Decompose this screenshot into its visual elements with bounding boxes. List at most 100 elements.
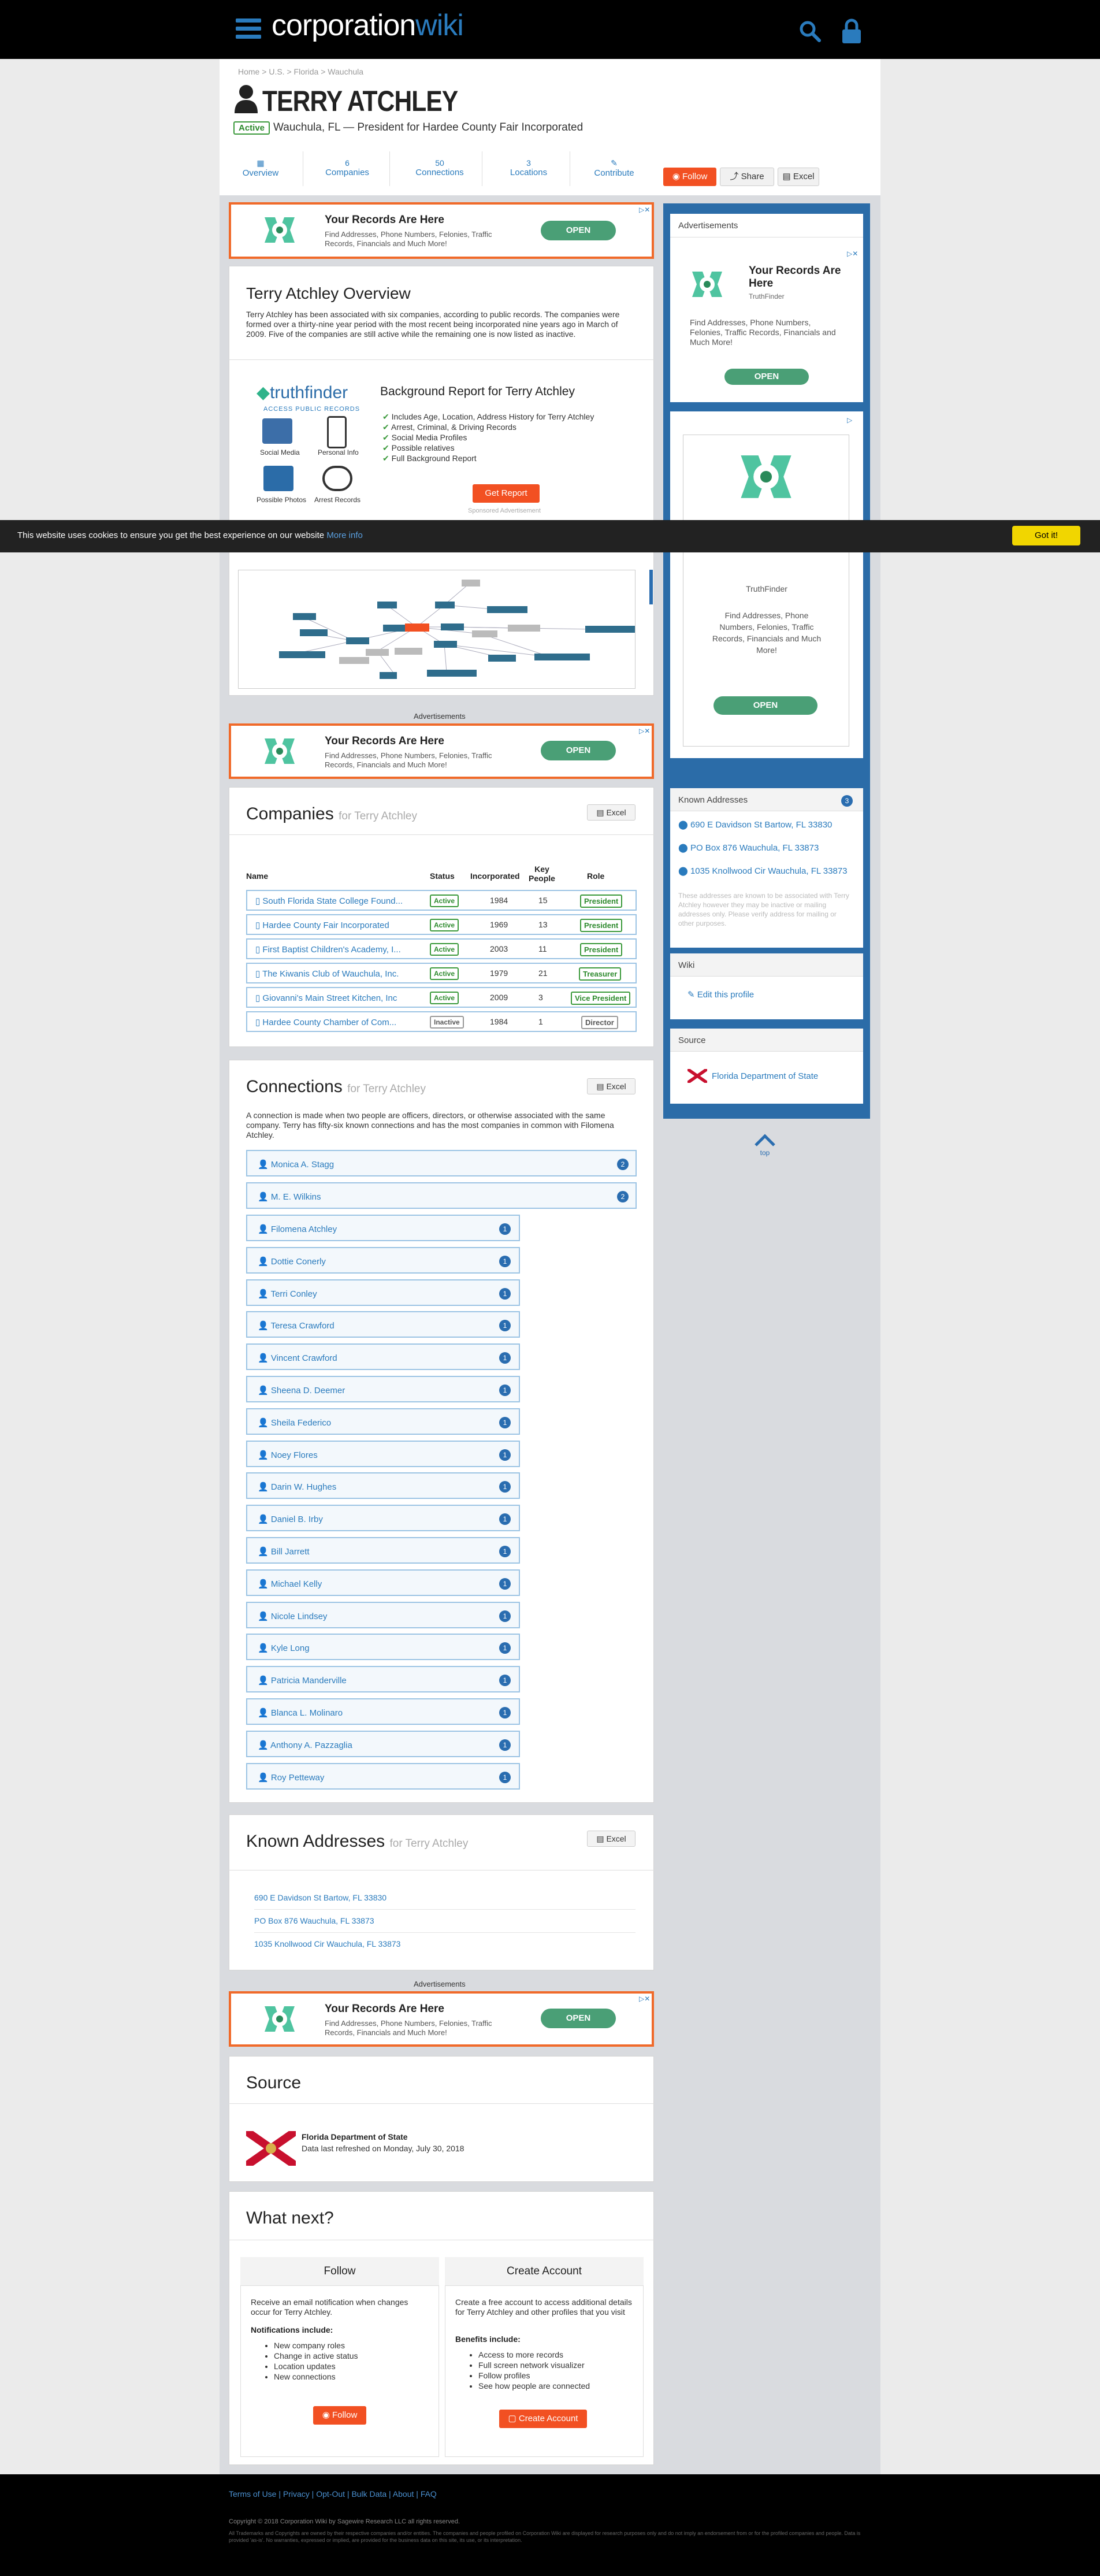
sidebar-ad-1[interactable]: Advertisements Your Records Are Here Tru… — [670, 214, 863, 402]
search-icon[interactable] — [798, 20, 822, 43]
lock-icon[interactable] — [841, 18, 862, 44]
breadcrumb-us[interactable]: U.S. — [269, 67, 284, 76]
table-row[interactable]: ▯ First Baptist Children's Academy, I...… — [246, 938, 637, 959]
address-link[interactable]: 1035 Knollwood Cir Wauchula, FL 33873 — [254, 1939, 400, 1948]
connections-excel-button[interactable]: ▤ Excel — [587, 1078, 636, 1094]
connection-item[interactable]: 👤 Noey Flores 1 — [246, 1440, 520, 1467]
breadcrumb-wauchula[interactable]: Wauchula — [328, 67, 363, 76]
icon-label-arrest: Arrest Records — [314, 496, 361, 504]
breadcrumb-home[interactable]: Home — [238, 67, 259, 76]
user-icon: 👤 — [258, 1676, 271, 1686]
address-text[interactable]: PO Box 876 Wauchula, FL 33873 — [254, 1916, 374, 1925]
sidebar-source-link[interactable]: Florida Department of State — [712, 1071, 818, 1081]
company-name[interactable]: ▯ South Florida State College Found... — [255, 896, 403, 906]
ad-close-icon[interactable]: ▷ — [847, 416, 852, 424]
footer-link-about[interactable]: About — [393, 2489, 414, 2499]
connection-item[interactable]: 👤 Terri Conley 1 — [246, 1279, 520, 1306]
footer-link-optout[interactable]: Opt-Out — [316, 2489, 345, 2499]
company-name[interactable]: ▯ First Baptist Children's Academy, I... — [255, 944, 401, 955]
footer-legal: All Trademarks and Copyrights are owned … — [229, 2530, 861, 2543]
table-row[interactable]: ▯ Hardee County Fair Incorporated Active 1… — [246, 914, 637, 935]
company-name[interactable]: ▯ The Kiwanis Club of Wauchula, Inc. — [255, 968, 399, 979]
connection-item[interactable]: 👤 Vincent Crawford 1 — [246, 1343, 520, 1371]
company-name[interactable]: ▯ Giovanni's Main Street Kitchen, Inc — [255, 993, 397, 1003]
address-text[interactable]: 1035 Knollwood Cir Wauchula, FL 33873 — [254, 1939, 400, 1948]
connection-item[interactable]: 👤 Filomena Atchley 1 — [246, 1215, 520, 1241]
company-name[interactable]: ▯ Hardee County Chamber of Com... — [255, 1017, 396, 1027]
connection-item[interactable]: 👤 Anthony A. Pazzaglia 1 — [246, 1730, 520, 1757]
address-text[interactable]: 690 E Davidson St Bartow, FL 33830 — [254, 1893, 387, 1902]
sidebar-ad2-open[interactable]: OPEN — [713, 696, 817, 715]
footer-link-terms[interactable]: Terms of Use — [229, 2489, 276, 2499]
status-badge: Inactive — [430, 1016, 464, 1029]
table-row[interactable]: ▯ The Kiwanis Club of Wauchula, Inc. Acti… — [246, 963, 637, 983]
sidebar-ad-2[interactable]: ▷ Your Records Are Here TruthFinder Find… — [670, 411, 863, 758]
connection-item[interactable]: 👤 Michael Kelly 1 — [246, 1569, 520, 1596]
connection-item[interactable]: 👤 Teresa Crawford 1 — [246, 1311, 520, 1338]
ad-open-button[interactable]: OPEN — [541, 2009, 616, 2028]
footer-link-faq[interactable]: FAQ — [421, 2489, 437, 2499]
status-badge: Active — [430, 919, 459, 931]
ad-close-icon[interactable]: ▷✕ — [639, 1995, 650, 2003]
connection-item[interactable]: 👤 Nicole Lindsey 1 — [246, 1601, 520, 1628]
company-name[interactable]: ▯ Hardee County Fair Incorporated — [255, 920, 389, 930]
table-row[interactable]: ▯ Giovanni's Main Street Kitchen, Inc Act… — [246, 987, 637, 1008]
connection-item[interactable]: 👤 Blanca L. Molinaro 1 — [246, 1698, 520, 1725]
connection-item[interactable]: 👤 Sheila Federico 1 — [246, 1408, 520, 1435]
follow-button[interactable]: ◉ Follow — [663, 168, 716, 186]
connection-item[interactable]: 👤 Daniel B. Irby 1 — [246, 1505, 520, 1532]
network-graph[interactable] — [238, 570, 636, 689]
network-center-node[interactable] — [405, 623, 429, 632]
tab-companies[interactable]: 6 Companies — [310, 158, 385, 177]
tab-connections[interactable]: 50 Connections — [402, 158, 477, 177]
building-icon: ▯ — [255, 969, 263, 979]
sidebar-address-link[interactable]: ⬤ 690 E Davidson St Bartow, FL 33830 — [678, 819, 832, 830]
connection-item[interactable]: 👤 Kyle Long 1 — [246, 1634, 520, 1661]
cookie-accept-button[interactable]: Got it! — [1012, 526, 1080, 545]
connection-item[interactable]: 👤 Monica A. Stagg 2 — [246, 1150, 637, 1176]
tab-contribute[interactable]: ✎ Contribute — [577, 158, 652, 178]
connection-item[interactable]: 👤 Patricia Manderville 1 — [246, 1666, 520, 1693]
companies-excel-button[interactable]: ▤ Excel — [587, 804, 636, 821]
table-row[interactable]: ▯ South Florida State College Found... Ac… — [246, 890, 637, 911]
create-account-button[interactable]: ▢ Create Account — [499, 2410, 587, 2428]
address-link[interactable]: PO Box 876 Wauchula, FL 33873 — [254, 1916, 374, 1925]
ad-open-button[interactable]: OPEN — [541, 741, 616, 760]
ad-open-button[interactable]: OPEN — [541, 221, 616, 240]
get-report-button[interactable]: Get Report — [473, 484, 540, 503]
ad-close-icon[interactable]: ▷✕ — [639, 727, 650, 735]
ad-close-icon[interactable]: ▷✕ — [639, 206, 650, 214]
tab-overview[interactable]: ▦ Overview — [223, 158, 298, 178]
ad-banner[interactable]: Your Records Are Here Find Addresses, Ph… — [229, 202, 654, 259]
incorporated-year: 1984 — [490, 1017, 508, 1026]
share-button[interactable]: ⤴ Share — [720, 168, 774, 186]
cookie-more-link[interactable]: More info — [326, 530, 363, 540]
connection-item[interactable]: 👤 Darin W. Hughes 1 — [246, 1472, 520, 1499]
connection-item[interactable]: 👤 Dottie Conerly 1 — [246, 1246, 520, 1274]
excel-button[interactable]: ▤ Excel — [778, 168, 819, 186]
sidebar-ad-open[interactable]: OPEN — [724, 369, 809, 385]
address-link[interactable]: 690 E Davidson St Bartow, FL 33830 — [254, 1893, 387, 1902]
connection-item[interactable]: 👤 Bill Jarrett 1 — [246, 1537, 520, 1564]
follow-button-bottom[interactable]: ◉ Follow — [313, 2406, 366, 2425]
menu-icon[interactable] — [236, 18, 261, 42]
connection-item[interactable]: 👤 M. E. Wilkins 2 — [246, 1182, 637, 1209]
ad-banner[interactable]: Your Records Are Here Find Addresses, Ph… — [229, 723, 654, 779]
connection-item[interactable]: 👤 Roy Petteway 1 — [246, 1762, 520, 1790]
footer-link-privacy[interactable]: Privacy — [283, 2489, 310, 2499]
footer-link-bulk[interactable]: Bulk Data — [351, 2489, 387, 2499]
sidebar-address-link[interactable]: ⬤ PO Box 876 Wauchula, FL 33873 — [678, 842, 819, 853]
sidebar-address-link[interactable]: ⬤ 1035 Knollwood Cir Wauchula, FL 33873 — [678, 866, 848, 876]
ad-banner[interactable]: Your Records Are Here Find Addresses, Ph… — [229, 1991, 654, 2047]
scrollbar[interactable] — [649, 570, 653, 604]
breadcrumb-florida[interactable]: Florida — [294, 67, 319, 76]
edit-profile-link[interactable]: ✎ Edit this profile — [687, 989, 754, 1000]
site-logo[interactable]: corporationwiki — [272, 8, 464, 43]
tab-locations[interactable]: 3 Locations — [491, 158, 566, 177]
addresses-excel-button[interactable]: ▤ Excel — [587, 1831, 636, 1847]
back-to-top[interactable]: top — [755, 1134, 775, 1158]
ad-close-icon[interactable]: ▷✕ — [847, 250, 858, 258]
table-row[interactable]: ▯ Hardee County Chamber of Com... Inactiv… — [246, 1011, 637, 1032]
connection-item[interactable]: 👤 Sheena D. Deemer 1 — [246, 1376, 520, 1402]
ad-title: Your Records Are Here — [325, 214, 444, 226]
